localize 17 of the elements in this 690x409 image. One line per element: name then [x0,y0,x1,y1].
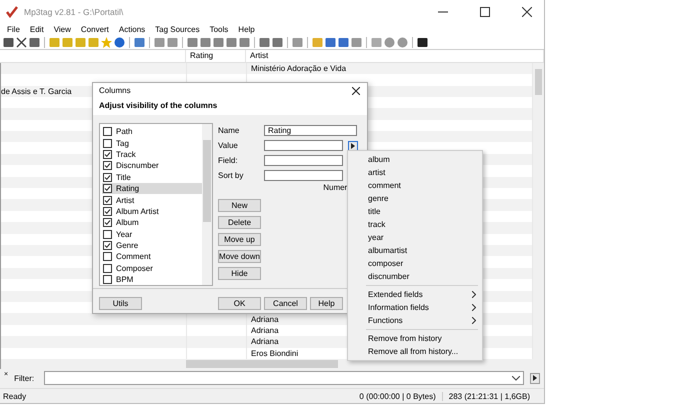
table-cell: Ministério Adoração e Vida [251,64,346,73]
status-total: 283 (21:21:31 | 1,6GB) [448,392,531,401]
table-cell: Adriana [251,314,279,324]
dialog-title: Columns [99,86,131,95]
status-text: Ready [2,392,28,401]
filter-label: Filter: [14,374,36,383]
field-label: Value [218,141,239,150]
table-cell: Eros Biondini [251,348,298,358]
field-label: Sort by [218,171,244,180]
window-title: Mp3tag v2.81 - G:\Portatil\ [24,6,124,17]
table-cell: Adriana [251,326,279,335]
dialog-heading: Adjust visibility of the columns [99,100,218,112]
table-cell: Adriana [251,337,279,346]
field-label: Field: [218,156,239,166]
table-cell: de Assis e T. Garcia [1,86,72,96]
status-selection: 0 (00:00:00 | 0 Bytes) [353,392,443,401]
field-label: Name [218,126,240,136]
